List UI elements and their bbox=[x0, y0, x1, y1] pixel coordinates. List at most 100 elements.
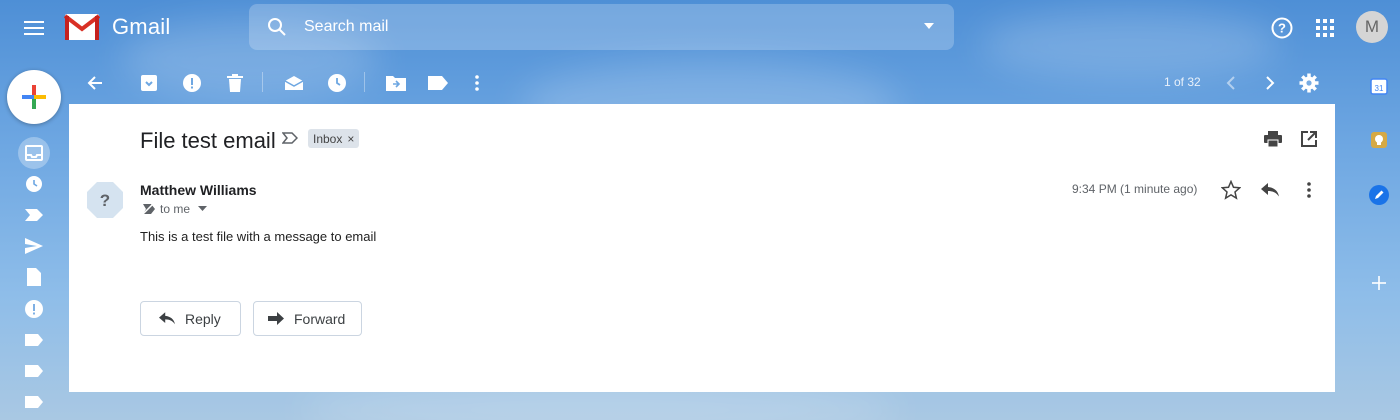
hamburger-icon bbox=[24, 21, 44, 35]
search-options-icon[interactable] bbox=[924, 23, 934, 29]
apps-button[interactable] bbox=[1311, 14, 1339, 42]
message-more-button[interactable] bbox=[1297, 178, 1321, 202]
print-all-button[interactable] bbox=[1262, 128, 1284, 150]
star-icon bbox=[1221, 180, 1241, 200]
back-button[interactable] bbox=[82, 70, 108, 96]
open-new-window-button[interactable] bbox=[1298, 128, 1320, 150]
important-label-icon bbox=[25, 209, 43, 221]
sidebar-item-label[interactable] bbox=[22, 390, 46, 414]
more-vertical-icon bbox=[1307, 182, 1311, 198]
tasks-pencil-icon bbox=[1369, 185, 1389, 205]
move-to-button[interactable] bbox=[383, 70, 409, 96]
calendar-icon: 31 bbox=[1370, 78, 1388, 95]
top-header: Gmail ? M bbox=[0, 0, 1400, 56]
chevron-left-icon bbox=[1226, 76, 1235, 90]
gmail-envelope-icon bbox=[64, 14, 100, 40]
label-icon bbox=[25, 365, 43, 377]
recipient-details[interactable]: to me bbox=[142, 202, 208, 216]
label-chip-inbox[interactable]: Inbox × bbox=[308, 129, 360, 148]
archive-button[interactable] bbox=[136, 70, 162, 96]
main-menu-button[interactable] bbox=[18, 14, 50, 42]
svg-text:?: ? bbox=[100, 191, 110, 210]
pagination-count: 1 of 32 bbox=[1164, 75, 1201, 89]
snooze-button[interactable] bbox=[324, 70, 350, 96]
reply-icon-button[interactable] bbox=[1258, 178, 1282, 202]
label-icon bbox=[428, 76, 448, 90]
spam-alert-icon bbox=[25, 300, 43, 318]
newer-button[interactable] bbox=[1218, 70, 1244, 96]
reply-button-label: Reply bbox=[185, 310, 221, 327]
reply-arrow-icon bbox=[159, 312, 175, 325]
reply-button[interactable]: Reply bbox=[140, 301, 241, 336]
star-button[interactable] bbox=[1219, 178, 1243, 202]
tasks-app-button[interactable] bbox=[1368, 184, 1390, 206]
help-icon: ? bbox=[1271, 17, 1293, 39]
apps-grid-icon bbox=[1316, 19, 1334, 37]
svg-text:31: 31 bbox=[1375, 84, 1384, 93]
settings-button[interactable] bbox=[1296, 70, 1322, 96]
more-vertical-icon bbox=[475, 75, 479, 91]
search-icon[interactable] bbox=[267, 17, 287, 37]
more-options-button[interactable] bbox=[464, 70, 490, 96]
sidebar-item-drafts[interactable] bbox=[22, 265, 46, 289]
delete-button[interactable] bbox=[222, 70, 248, 96]
sender-avatar[interactable]: ? bbox=[85, 180, 125, 220]
keep-bulb-icon bbox=[1371, 132, 1387, 148]
keep-app-button[interactable] bbox=[1368, 129, 1390, 151]
label-chip-text: Inbox bbox=[313, 131, 343, 146]
search-bar[interactable] bbox=[249, 4, 954, 50]
plus-icon bbox=[1372, 276, 1386, 290]
toolbar-divider bbox=[262, 72, 263, 92]
open-in-new-icon bbox=[1301, 131, 1317, 147]
plus-icon bbox=[22, 85, 46, 109]
search-input[interactable] bbox=[304, 4, 864, 50]
draft-file-icon bbox=[27, 268, 41, 286]
sidebar-item-sent[interactable] bbox=[22, 234, 46, 258]
mark-unread-button[interactable] bbox=[281, 70, 307, 96]
message-timestamp: 9:34 PM (1 minute ago) bbox=[1072, 182, 1198, 196]
chevron-right-icon bbox=[1266, 76, 1275, 90]
not-important-icon bbox=[142, 203, 155, 215]
account-avatar[interactable]: M bbox=[1356, 11, 1388, 43]
labels-button[interactable] bbox=[425, 70, 451, 96]
compose-button[interactable] bbox=[7, 70, 61, 124]
gmail-logo[interactable]: Gmail bbox=[64, 13, 170, 41]
help-button[interactable]: ? bbox=[1268, 14, 1296, 42]
send-icon bbox=[25, 238, 43, 254]
gear-icon bbox=[1299, 73, 1319, 93]
sender-name[interactable]: Matthew Williams bbox=[140, 182, 257, 198]
print-icon bbox=[1264, 131, 1282, 147]
svg-text:?: ? bbox=[1278, 21, 1286, 36]
message-body: This is a test file with a message to em… bbox=[140, 229, 377, 244]
recipient-text: to me bbox=[160, 202, 191, 216]
arrow-back-icon bbox=[87, 76, 102, 90]
trash-icon bbox=[227, 74, 243, 92]
archive-icon bbox=[141, 75, 157, 91]
mark-unread-icon bbox=[284, 76, 304, 90]
email-subject: File test email bbox=[140, 128, 276, 153]
label-icon bbox=[25, 334, 43, 346]
move-to-folder-icon bbox=[386, 76, 406, 91]
sidebar-item-important[interactable] bbox=[22, 203, 46, 227]
sidebar-item-inbox[interactable] bbox=[18, 137, 50, 169]
label-icon bbox=[25, 396, 43, 408]
report-spam-icon bbox=[183, 74, 201, 92]
app-name: Gmail bbox=[112, 14, 171, 39]
older-button[interactable] bbox=[1257, 70, 1283, 96]
importance-marker-icon[interactable] bbox=[282, 132, 298, 144]
reply-arrow-icon bbox=[1261, 183, 1279, 197]
forward-button[interactable]: Forward bbox=[253, 301, 362, 336]
sidebar-item-snoozed[interactable] bbox=[22, 172, 46, 196]
add-addon-button[interactable] bbox=[1368, 272, 1390, 294]
message-card: File test email Inbox × ? Matthew Willia… bbox=[69, 104, 1335, 392]
forward-arrow-icon bbox=[268, 312, 284, 325]
sidebar-item-spam[interactable] bbox=[22, 297, 46, 321]
calendar-app-button[interactable]: 31 bbox=[1368, 75, 1390, 97]
clock-icon bbox=[26, 176, 42, 192]
report-spam-button[interactable] bbox=[179, 70, 205, 96]
chevron-down-icon[interactable] bbox=[198, 206, 208, 212]
sidebar-item-label[interactable] bbox=[22, 328, 46, 352]
remove-label-button[interactable]: × bbox=[347, 132, 354, 146]
sidebar-item-label[interactable] bbox=[22, 359, 46, 383]
forward-button-label: Forward bbox=[294, 310, 346, 327]
